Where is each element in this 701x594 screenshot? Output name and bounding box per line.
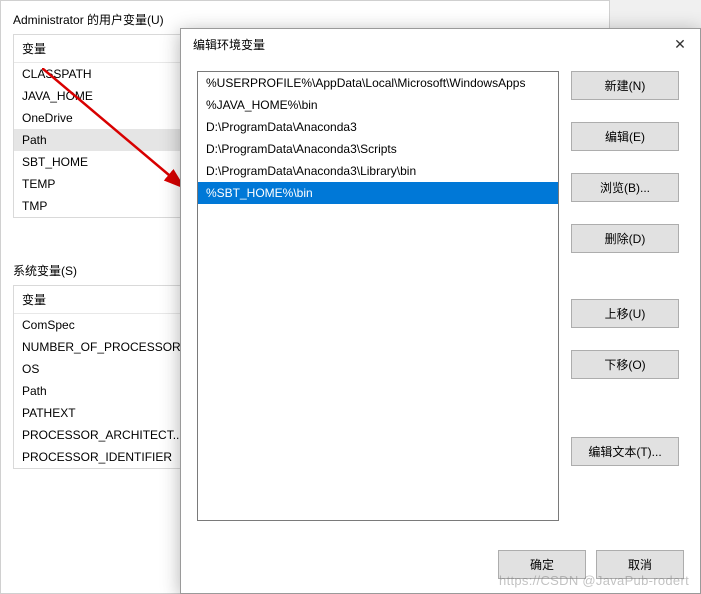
browse-button[interactable]: 浏览(B)... bbox=[571, 173, 679, 202]
move-down-button[interactable]: 下移(O) bbox=[571, 350, 679, 379]
path-list-item[interactable]: %USERPROFILE%\AppData\Local\Microsoft\Wi… bbox=[198, 72, 558, 94]
path-list-item[interactable]: D:\ProgramData\Anaconda3\Library\bin bbox=[198, 160, 558, 182]
edit-env-var-dialog: 编辑环境变量 ✕ %USERPROFILE%\AppData\Local\Mic… bbox=[180, 28, 701, 594]
path-list-item[interactable]: D:\ProgramData\Anaconda3 bbox=[198, 116, 558, 138]
cancel-button[interactable]: 取消 bbox=[596, 550, 684, 579]
dialog-footer: 确定 取消 bbox=[498, 550, 684, 579]
edit-text-button[interactable]: 编辑文本(T)... bbox=[571, 437, 679, 466]
user-vars-label: Administrator 的用户变量(U) bbox=[13, 11, 597, 28]
edit-button[interactable]: 编辑(E) bbox=[571, 122, 679, 151]
path-list-item[interactable]: %JAVA_HOME%\bin bbox=[198, 94, 558, 116]
ok-button[interactable]: 确定 bbox=[498, 550, 586, 579]
dialog-button-column: 新建(N) 编辑(E) 浏览(B)... 删除(D) 上移(U) 下移(O) 编… bbox=[571, 71, 679, 521]
path-list[interactable]: %USERPROFILE%\AppData\Local\Microsoft\Wi… bbox=[197, 71, 559, 521]
new-button[interactable]: 新建(N) bbox=[571, 71, 679, 100]
path-list-item[interactable]: %SBT_HOME%\bin bbox=[198, 182, 558, 204]
delete-button[interactable]: 删除(D) bbox=[571, 224, 679, 253]
dialog-title: 编辑环境变量 bbox=[193, 36, 265, 53]
move-up-button[interactable]: 上移(U) bbox=[571, 299, 679, 328]
close-icon[interactable]: ✕ bbox=[670, 36, 690, 53]
path-list-item[interactable]: D:\ProgramData\Anaconda3\Scripts bbox=[198, 138, 558, 160]
dialog-titlebar: 编辑环境变量 ✕ bbox=[181, 29, 700, 59]
